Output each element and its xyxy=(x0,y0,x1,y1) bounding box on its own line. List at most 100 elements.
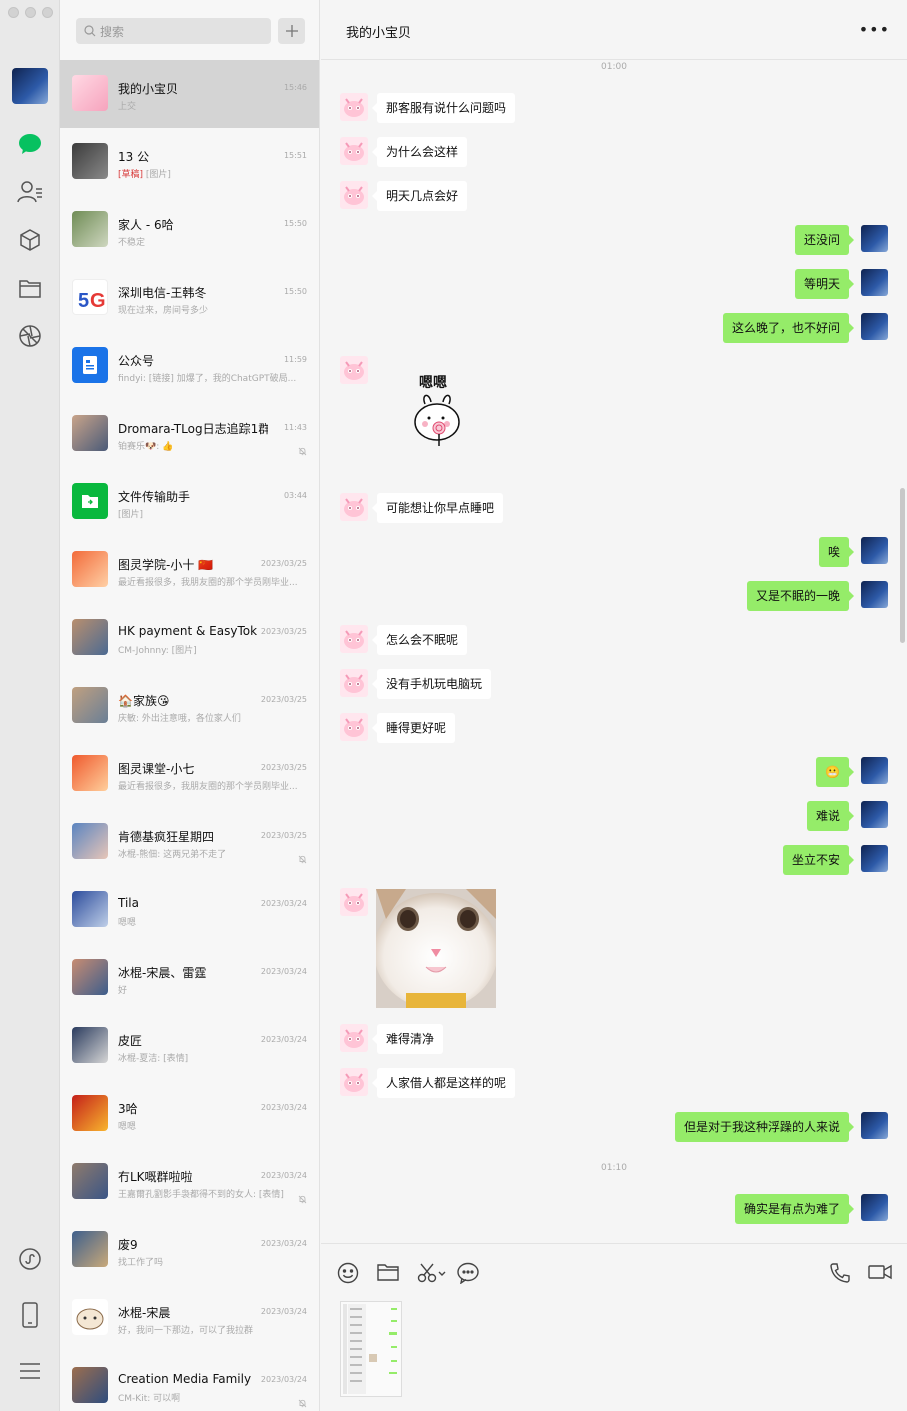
conversation-time: 2023/03/25 xyxy=(260,695,307,704)
my-avatar-small[interactable] xyxy=(861,801,888,828)
my-avatar[interactable] xyxy=(12,68,48,104)
conversation-item[interactable]: HK payment & EasyTok 2023/03/25 CM-Johnny:… xyxy=(60,604,319,672)
contact-avatar[interactable] xyxy=(340,93,368,121)
incoming-message[interactable]: 人家借人都是这样的呢 xyxy=(371,1068,516,1098)
conversation-item[interactable]: 我的小宝贝 15:46 上交 xyxy=(60,60,319,128)
contact-avatar[interactable] xyxy=(340,1068,368,1096)
conversation-item[interactable]: 5 G 深圳电信-王韩冬 15:50 现在过来，房间号多少 xyxy=(60,264,319,332)
contact-avatar[interactable] xyxy=(340,888,368,916)
conversation-name: 冰棍-宋晨 xyxy=(118,1306,171,1320)
incoming-message[interactable]: 明天几点会好 xyxy=(371,181,468,211)
voice-call-icon[interactable] xyxy=(829,1262,851,1284)
more-options-button[interactable]: ••• xyxy=(859,20,890,39)
incoming-message[interactable]: 没有手机玩电脑玩 xyxy=(371,669,492,699)
chat-history-icon[interactable] xyxy=(457,1262,479,1285)
conversation-item[interactable]: 冰棍-宋晨 2023/03/24 好，我问一下那边，可以了我拉群 xyxy=(60,1284,319,1352)
my-avatar-small[interactable] xyxy=(861,269,888,296)
conversation-item[interactable]: 冰棍-宋晨、雷霆 2023/03/24 好 xyxy=(60,944,319,1012)
conversation-item[interactable]: 皮匠 2023/03/24 冰棍-夏洁: [表情] xyxy=(60,1012,319,1080)
my-avatar-small[interactable] xyxy=(861,845,888,872)
phone-icon[interactable] xyxy=(15,1300,45,1330)
contact-avatar[interactable] xyxy=(340,181,368,209)
preview-text: 王嘉爾孔劉影手袅都得不到的女人: [表情] xyxy=(118,1190,284,1200)
svg-text:G: G xyxy=(90,290,106,312)
contact-avatar[interactable] xyxy=(340,1024,368,1052)
conversation-item[interactable]: 冇LK嘅群啦啦 2023/03/24 王嘉爾孔劉影手袅都得不到的女人: [表情] xyxy=(60,1148,319,1216)
incoming-message[interactable]: 可能想让你早点睡吧 xyxy=(371,493,504,523)
contact-avatar[interactable] xyxy=(340,625,368,653)
conversation-time: 11:59 xyxy=(283,355,307,364)
conversation-item[interactable]: Dromara-TLog日志追踪1群 11:43 铂赛乐🐶: 👍 xyxy=(60,400,319,468)
incoming-message[interactable]: 难得清净 xyxy=(371,1024,444,1054)
my-avatar-small[interactable] xyxy=(861,1112,888,1139)
conversation-time: 11:43 xyxy=(283,423,307,432)
conversation-item[interactable]: Creation Media Family 2023/03/24 CM-Kit: 可… xyxy=(60,1352,319,1411)
moments-icon[interactable] xyxy=(15,321,45,351)
outgoing-message[interactable]: 又是不眠的一晚 xyxy=(746,581,855,611)
screenshot-icon[interactable] xyxy=(417,1262,451,1284)
my-avatar-small[interactable] xyxy=(861,225,888,252)
conversation-item[interactable]: 🏠家族😘 2023/03/25 庆敏: 外出注意哦，各位家人们 xyxy=(60,672,319,740)
conversation-item[interactable]: 13 公 15:51 [草稿] [图片] xyxy=(60,128,319,196)
my-avatar-small[interactable] xyxy=(861,313,888,340)
scrollbar[interactable] xyxy=(900,488,905,643)
conversation-time: 2023/03/25 xyxy=(260,763,307,772)
folder-icon[interactable] xyxy=(377,1262,399,1284)
conversation-item[interactable]: 废9 2023/03/24 找工作了吗 xyxy=(60,1216,319,1284)
outgoing-message[interactable]: 还没问 xyxy=(794,225,855,255)
preview-text: 好 xyxy=(118,986,128,996)
conversation-item[interactable]: 文件传输助手 03:44 [图片] xyxy=(60,468,319,536)
cat-photo-message[interactable] xyxy=(376,889,496,1008)
conversation-avatar xyxy=(72,1163,108,1199)
contact-avatar[interactable] xyxy=(340,493,368,521)
incoming-message[interactable]: 怎么会不眠呢 xyxy=(371,625,468,655)
preview-text: 最近看报很多，我朋友圈的那个学员刚毕业... xyxy=(118,578,298,588)
contact-avatar[interactable] xyxy=(340,137,368,165)
outgoing-message[interactable]: 但是对于我这种浮躁的人来说 xyxy=(674,1112,855,1142)
pasted-screenshot-thumbnail[interactable] xyxy=(340,1301,402,1397)
outgoing-message[interactable]: 等明天 xyxy=(794,269,855,299)
outgoing-message[interactable]: 难说 xyxy=(806,801,855,831)
incoming-message[interactable]: 为什么会这样 xyxy=(371,137,468,167)
preview-text: CM-Johnny: [图片] xyxy=(118,646,197,656)
minimize-window-button[interactable] xyxy=(25,7,36,18)
conversation-item[interactable]: 图灵课堂-小七 2023/03/25 最近看报很多，我朋友圈的那个学员刚毕业... xyxy=(60,740,319,808)
favorites-icon[interactable] xyxy=(15,225,45,255)
preview-text: [图片] xyxy=(143,170,171,180)
conversation-item[interactable]: Tila 2023/03/24 嗯嗯 xyxy=(60,876,319,944)
menu-icon[interactable] xyxy=(15,1356,45,1386)
my-avatar-small[interactable] xyxy=(861,537,888,564)
outgoing-message[interactable]: 坐立不安 xyxy=(782,845,855,875)
contact-avatar[interactable] xyxy=(340,356,368,384)
contact-avatar[interactable] xyxy=(340,713,368,741)
add-button[interactable] xyxy=(278,18,305,44)
close-window-button[interactable] xyxy=(8,7,19,18)
search-input[interactable]: 搜索 xyxy=(76,18,271,44)
preview-text: 找工作了吗 xyxy=(118,1258,164,1268)
conversation-item[interactable]: 3哈 2023/03/24 嗯嗯 xyxy=(60,1080,319,1148)
my-avatar-small[interactable] xyxy=(861,581,888,608)
my-avatar-small[interactable] xyxy=(861,1194,888,1221)
outgoing-message[interactable]: 确实是有点为难了 xyxy=(734,1194,855,1224)
incoming-message[interactable]: 那客服有说什么问题吗 xyxy=(371,93,516,123)
conversation-item[interactable]: 肯德基疯狂星期四 2023/03/25 冰棍-熊佃: 这两兄弟不走了 xyxy=(60,808,319,876)
mini-programs-icon[interactable] xyxy=(15,1244,45,1274)
outgoing-message[interactable]: 唉 xyxy=(818,537,855,567)
conversation-item[interactable]: 公众号 11:59 findyi: [链接] 加爆了，我的ChatGPT破局... xyxy=(60,332,319,400)
files-icon[interactable] xyxy=(15,273,45,303)
video-call-icon[interactable] xyxy=(868,1262,892,1284)
conversation-item[interactable]: 图灵学院-小十 🇨🇳 2023/03/25 最近看报很多，我朋友圈的那个学员刚毕业.… xyxy=(60,536,319,604)
contact-avatar[interactable] xyxy=(340,669,368,697)
contacts-icon[interactable] xyxy=(15,177,45,207)
conversation-item[interactable]: 家人 - 6哈 15:50 不稳定 xyxy=(60,196,319,264)
emoji-icon[interactable] xyxy=(337,1262,359,1284)
chats-icon[interactable] xyxy=(15,129,45,159)
my-avatar-small[interactable] xyxy=(861,757,888,784)
conversation-name: 我的小宝贝 xyxy=(118,82,179,96)
conversation-time: 2023/03/24 xyxy=(260,1035,307,1044)
outgoing-message[interactable]: 😬 xyxy=(816,757,854,787)
incoming-message[interactable]: 睡得更好呢 xyxy=(371,713,456,743)
sticker-message[interactable]: 嗯嗯 xyxy=(411,372,463,452)
zoom-window-button[interactable] xyxy=(42,7,53,18)
outgoing-message[interactable]: 这么晚了，也不好问 xyxy=(722,313,855,343)
